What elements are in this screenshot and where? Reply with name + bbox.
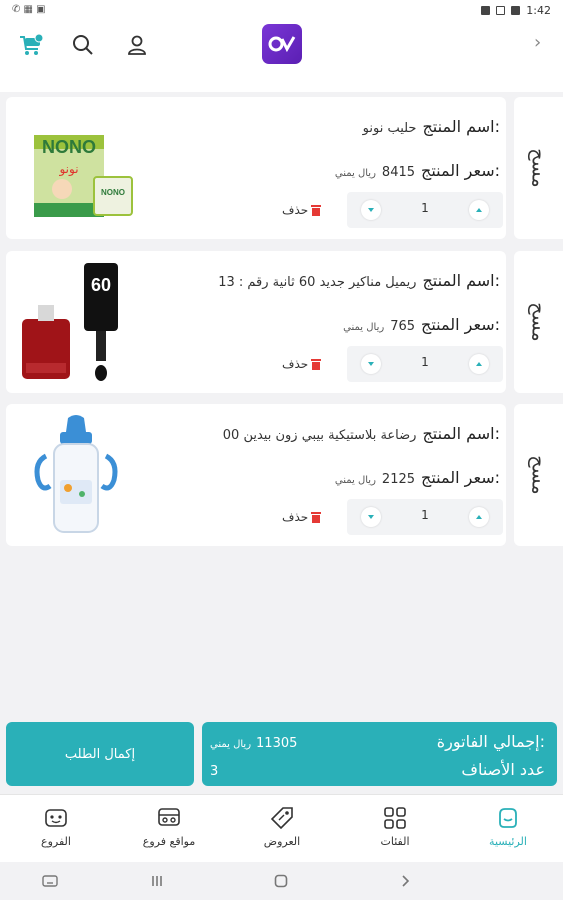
product-name-row: اسم المنتج: ريميل مناكير جديد 60 ثانية ر…: [210, 271, 500, 290]
nav-item-offers[interactable]: العروض: [237, 805, 327, 848]
nav-label: مواقع فروع: [142, 835, 196, 848]
trash-icon: [311, 511, 322, 523]
cart-icon[interactable]: [16, 30, 46, 60]
increase-quantity-button[interactable]: [469, 354, 489, 374]
delete-button[interactable]: حذف: [282, 357, 322, 371]
trash-icon: [311, 204, 322, 216]
home-button-icon[interactable]: [269, 871, 293, 891]
product-currency: ريال يمني: [343, 322, 385, 333]
product-name: ريميل مناكير جديد 60 ثانية رقم : 13: [218, 275, 417, 290]
recent-apps-icon[interactable]: [145, 871, 169, 891]
product-price: 765: [390, 319, 416, 334]
system-navigation-bar: [0, 863, 563, 900]
app-logo[interactable]: [262, 24, 302, 64]
product-image-rimmel-nail-polish: 60: [22, 263, 118, 381]
branch-locations-icon: [158, 808, 180, 826]
user-icon[interactable]: [122, 30, 152, 60]
clear-tab-label: مسح: [527, 455, 550, 495]
back-button-icon[interactable]: [393, 871, 417, 891]
bottom-navigation: الرئيسية الفئات العروض مواقع فروع الفروع: [0, 794, 563, 862]
status-icons-right: 1:42: [481, 4, 551, 17]
status-icons-left: ✆ ▦ ▣: [12, 4, 46, 15]
item-count: 3: [210, 764, 218, 779]
keyboard-switch-icon[interactable]: [38, 871, 62, 891]
search-icon[interactable]: [68, 30, 98, 60]
increase-quantity-button[interactable]: [469, 200, 489, 220]
invoice-total: ريال يمني 11305: [210, 736, 297, 751]
nav-item-home[interactable]: الرئيسية: [463, 805, 553, 848]
nav-item-branches[interactable]: الفروع: [11, 805, 101, 848]
product-price-label: سعر المنتج:: [421, 161, 500, 180]
quantity-stepper: 1: [347, 499, 503, 535]
product-name-label: اسم المنتج:: [422, 424, 500, 443]
product-image-baby-bottle: [34, 415, 118, 533]
invoice-total-value: 11305: [256, 736, 298, 751]
quantity-stepper: 1: [347, 346, 503, 382]
nav-label: الرئيسية: [489, 835, 527, 848]
invoice-summary: إجمالي الفاتورة: ريال يمني 11305 عدد الأ…: [202, 722, 557, 786]
product-image-nono-milk: NONO نونو NONO: [34, 135, 133, 217]
clear-tab-label: مسح: [527, 302, 550, 342]
svg-text:NONO: NONO: [101, 188, 125, 197]
product-price: 8415: [381, 165, 416, 180]
invoice-total-currency: ريال يمني: [210, 739, 252, 750]
trash-icon: [311, 358, 322, 370]
nav-label: الفروع: [41, 835, 71, 848]
branches-icon: [45, 809, 67, 827]
delete-label: حذف: [282, 510, 309, 524]
product-price: 2125: [381, 472, 416, 487]
increase-quantity-button[interactable]: [469, 507, 489, 527]
delete-label: حذف: [282, 203, 309, 217]
status-time: 1:42: [526, 4, 551, 17]
chevron-right-icon[interactable]: ›: [534, 32, 541, 53]
product-card: اسم المنتج: رضاعة بلاستيكية بيبي زون بيد…: [6, 404, 506, 546]
clear-tab-label: مسح: [527, 148, 550, 188]
product-name: حليب نونو: [362, 121, 417, 136]
product-name-label: اسم المنتج:: [422, 117, 500, 136]
nav-label: الفئات: [380, 835, 410, 848]
quantity-stepper: 1: [347, 192, 503, 228]
svg-text:NONO: NONO: [42, 137, 96, 157]
delete-button[interactable]: حذف: [282, 203, 322, 217]
item-count-label: عدد الأصناف: [461, 760, 545, 779]
invoice-total-label: إجمالي الفاتورة:: [436, 732, 545, 751]
svg-text:نونو: نونو: [58, 162, 78, 177]
product-price-label: سعر المنتج:: [421, 468, 500, 487]
nav-label: العروض: [263, 835, 301, 848]
product-card: اسم المنتج: ريميل مناكير جديد 60 ثانية ر…: [6, 251, 506, 393]
offers-tag-icon: [270, 807, 293, 830]
product-price-label: سعر المنتج:: [421, 315, 500, 334]
product-name-row: اسم المنتج: رضاعة بلاستيكية بيبي زون بيد…: [210, 424, 500, 443]
nav-item-categories[interactable]: الفئات: [350, 805, 440, 848]
wifi-icon: [496, 6, 506, 15]
complete-order-button[interactable]: إكمال الطلب: [6, 722, 194, 786]
product-currency: ريال يمني: [334, 168, 376, 179]
nav-item-branch-locations[interactable]: مواقع فروع: [124, 805, 214, 848]
home-icon: [499, 808, 517, 828]
product-card: اسم المنتج: حليب نونو سعر المنتج: 8415 ر…: [6, 97, 506, 239]
clear-tab[interactable]: مسح: [514, 404, 563, 546]
sim-icon: [481, 6, 491, 15]
status-notification-icons: ✆ ▦ ▣: [12, 4, 46, 15]
product-name: رضاعة بلاستيكية بيبي زون بيدين 00: [222, 428, 417, 443]
invoice-total-row: إجمالي الفاتورة: ريال يمني 11305: [210, 732, 545, 751]
product-currency: ريال يمني: [334, 475, 376, 486]
clear-tab[interactable]: مسح: [514, 251, 563, 393]
item-count-value: 3: [210, 764, 219, 779]
app-header: ›: [0, 22, 563, 92]
battery-icon: [511, 6, 521, 15]
item-count-row: عدد الأصناف 3: [210, 760, 545, 779]
svg-text:60: 60: [91, 275, 111, 295]
product-name-row: اسم المنتج: حليب نونو: [210, 117, 500, 136]
product-price-row: سعر المنتج: 765 ريال يمني: [343, 315, 500, 334]
categories-icon: [384, 807, 406, 829]
product-price-row: سعر المنتج: 2125 ريال يمني: [335, 468, 500, 487]
product-price-row: سعر المنتج: 8415 ريال يمني: [335, 161, 500, 180]
product-name-label: اسم المنتج:: [422, 271, 500, 290]
delete-button[interactable]: حذف: [282, 510, 322, 524]
clear-tab[interactable]: مسح: [514, 97, 563, 239]
status-bar: ✆ ▦ ▣ 1:42: [0, 0, 563, 22]
delete-label: حذف: [282, 357, 309, 371]
